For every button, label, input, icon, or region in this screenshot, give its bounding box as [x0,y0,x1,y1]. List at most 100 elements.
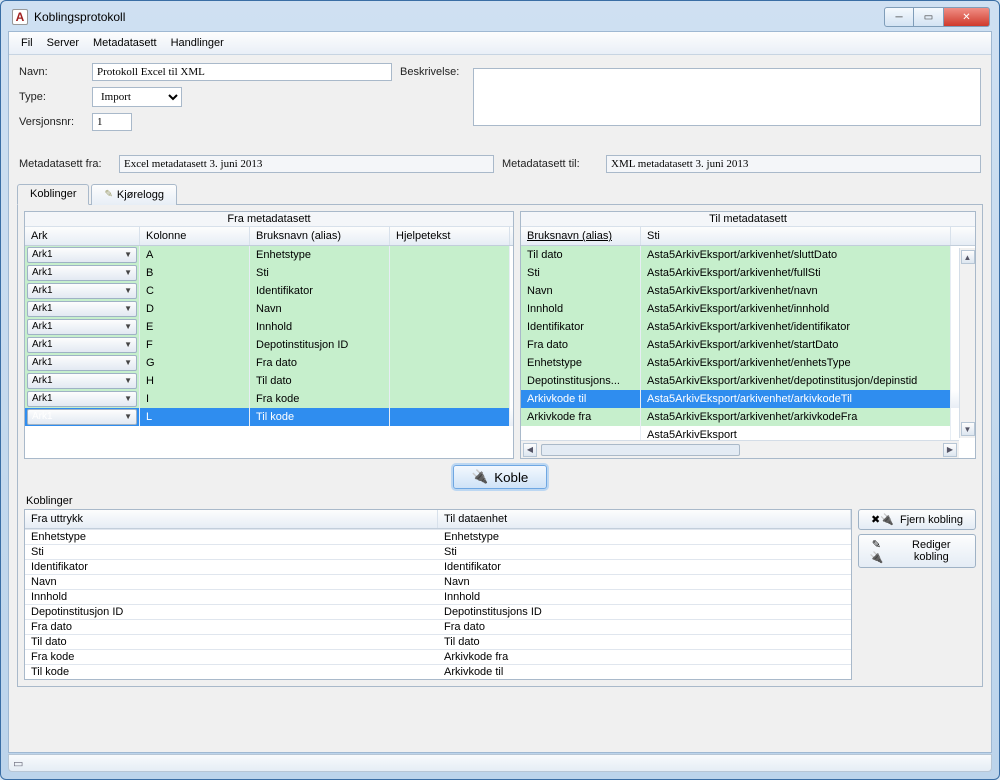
window-title: Koblingsprotokoll [34,10,884,24]
log-icon: ✎ [104,189,112,200]
col-hjelpetekst[interactable]: Hjelpetekst [390,227,510,245]
menu-metadatasett[interactable]: Metadatasett [87,35,163,51]
right-row[interactable]: NavnAsta5ArkivEksport/arkivenhet/navn [521,282,959,300]
chevron-down-icon: ▼ [124,264,132,282]
ark-dropdown[interactable]: Ark1▼ [27,301,137,317]
col-til-dataenhet[interactable]: Til dataenhet [438,510,851,528]
meta-from-label: Metadatasett fra: [19,158,111,170]
left-row[interactable]: Ark1▼GFra dato [25,354,513,372]
kobling-row[interactable]: StiSti [25,544,851,559]
meta-to-field[interactable] [606,155,981,173]
koblinger-label: Koblinger [24,495,976,509]
kobling-row[interactable]: InnholdInnhold [25,589,851,604]
left-row[interactable]: Ark1▼CIdentifikator [25,282,513,300]
left-row[interactable]: Ark1▼EInnhold [25,318,513,336]
kobling-row[interactable]: Fra kodeArkivkode fra [25,649,851,664]
ark-dropdown[interactable]: Ark1▼ [27,337,137,353]
plug-icon: 🔌 [472,469,489,485]
left-row[interactable]: Ark1▼HTil dato [25,372,513,390]
desc-textarea[interactable] [473,68,981,126]
right-row[interactable]: Til datoAsta5ArkivEksport/arkivenhet/slu… [521,246,959,264]
tab-kjorelogg[interactable]: ✎Kjørelogg [91,184,176,205]
right-row[interactable]: Arkivkode fraAsta5ArkivEksport/arkivenhe… [521,408,959,426]
col-bruksnavn-right[interactable]: Bruksnavn (alias) [521,227,641,245]
scroll-right-icon[interactable]: ▶ [943,443,957,457]
ark-dropdown[interactable]: Ark1▼ [27,319,137,335]
titlebar: A Koblingsprotokoll ─ ▭ ✕ [8,8,992,30]
name-input[interactable] [92,63,392,81]
chevron-down-icon: ▼ [124,336,132,354]
right-row[interactable]: StiAsta5ArkivEksport/arkivenhet/fullSti [521,264,959,282]
ark-dropdown[interactable]: Ark1▼ [27,355,137,371]
right-row[interactable]: Fra datoAsta5ArkivEksport/arkivenhet/sta… [521,336,959,354]
menu-server[interactable]: Server [41,35,85,51]
right-row[interactable]: Asta5ArkivEksport [521,426,959,440]
left-row[interactable]: Ark1▼FDepotinstitusjon ID [25,336,513,354]
minimize-button[interactable]: ─ [884,7,914,27]
chevron-down-icon: ▼ [124,408,132,426]
left-row[interactable]: Ark1▼LTil kode [25,408,513,426]
left-row[interactable]: Ark1▼BSti [25,264,513,282]
left-row[interactable]: Ark1▼AEnhetstype [25,246,513,264]
type-label: Type: [19,91,84,103]
menubar: Fil Server Metadatasett Handlinger [9,32,991,55]
left-row[interactable]: Ark1▼DNavn [25,300,513,318]
chevron-down-icon: ▼ [124,354,132,372]
left-grid: Fra metadatasett Ark Kolonne Bruksnavn (… [24,211,514,459]
scroll-down-icon[interactable]: ▼ [961,422,975,436]
remove-kobling-button[interactable]: ✖🔌 Fjern kobling [858,509,976,530]
tab-koblinger[interactable]: Koblinger [17,184,89,205]
right-row[interactable]: Depotinstitusjons...Asta5ArkivEksport/ar… [521,372,959,390]
kobling-row[interactable]: Til datoTil dato [25,634,851,649]
chevron-down-icon: ▼ [124,246,132,264]
type-select[interactable]: Import [92,87,182,107]
kobling-row[interactable]: NavnNavn [25,574,851,589]
ark-dropdown[interactable]: Ark1▼ [27,265,137,281]
right-grid-title: Til metadatasett [521,212,975,227]
window-chrome: A Koblingsprotokoll ─ ▭ ✕ Fil Server Met… [0,0,1000,780]
col-kolonne[interactable]: Kolonne [140,227,250,245]
kobling-row[interactable]: Til kodeArkivkode til [25,664,851,679]
scroll-up-icon[interactable]: ▲ [961,250,975,264]
maximize-button[interactable]: ▭ [914,7,944,27]
col-ark[interactable]: Ark [25,227,140,245]
meta-from-field[interactable] [119,155,494,173]
kobling-row[interactable]: Fra datoFra dato [25,619,851,634]
chevron-down-icon: ▼ [124,300,132,318]
right-row[interactable]: InnholdAsta5ArkivEksport/arkivenhet/innh… [521,300,959,318]
ark-dropdown[interactable]: Ark1▼ [27,409,137,425]
right-row[interactable]: Arkivkode tilAsta5ArkivEksport/arkivenhe… [521,390,959,408]
koble-button[interactable]: 🔌 Koble [453,465,548,489]
right-vscroll[interactable]: ▲ ▼ [959,248,975,438]
col-fra-uttrykk[interactable]: Fra uttrykk [25,510,438,528]
ark-dropdown[interactable]: Ark1▼ [27,247,137,263]
tab-body: Fra metadatasett Ark Kolonne Bruksnavn (… [17,204,983,687]
right-hscroll[interactable]: ◀ ▶ [521,440,959,458]
ark-dropdown[interactable]: Ark1▼ [27,373,137,389]
meta-to-label: Metadatasett til: [502,158,598,170]
left-grid-rows[interactable]: Ark1▼AEnhetstypeArk1▼BStiArk1▼CIdentifik… [25,246,513,458]
name-label: Navn: [19,66,84,78]
version-label: Versjonsnr: [19,116,84,128]
hscroll-thumb[interactable] [541,444,740,456]
edit-kobling-button[interactable]: ✎🔌 Rediger kobling [858,534,976,568]
ark-dropdown[interactable]: Ark1▼ [27,283,137,299]
left-row[interactable]: Ark1▼IFra kode [25,390,513,408]
menu-handlinger[interactable]: Handlinger [165,35,230,51]
right-grid-rows[interactable]: Til datoAsta5ArkivEksport/arkivenhet/slu… [521,246,959,440]
ark-dropdown[interactable]: Ark1▼ [27,391,137,407]
close-button[interactable]: ✕ [944,7,990,27]
kobling-row[interactable]: IdentifikatorIdentifikator [25,559,851,574]
kobling-row[interactable]: Depotinstitusjon IDDepotinstitusjons ID [25,604,851,619]
koblinger-table[interactable]: Fra uttrykk Til dataenhet EnhetstypeEnhe… [24,509,852,680]
col-sti[interactable]: Sti [641,227,951,245]
right-row[interactable]: EnhetstypeAsta5ArkivEksport/arkivenhet/e… [521,354,959,372]
col-bruksnavn[interactable]: Bruksnavn (alias) [250,227,390,245]
client-area: Fil Server Metadatasett Handlinger Navn:… [8,31,992,753]
scroll-left-icon[interactable]: ◀ [523,443,537,457]
kobling-row[interactable]: EnhetstypeEnhetstype [25,529,851,544]
version-input[interactable] [92,113,132,131]
right-row[interactable]: IdentifikatorAsta5ArkivEksport/arkivenhe… [521,318,959,336]
meta-row: Metadatasett fra: Metadatasett til: [9,155,991,179]
menu-fil[interactable]: Fil [15,35,39,51]
